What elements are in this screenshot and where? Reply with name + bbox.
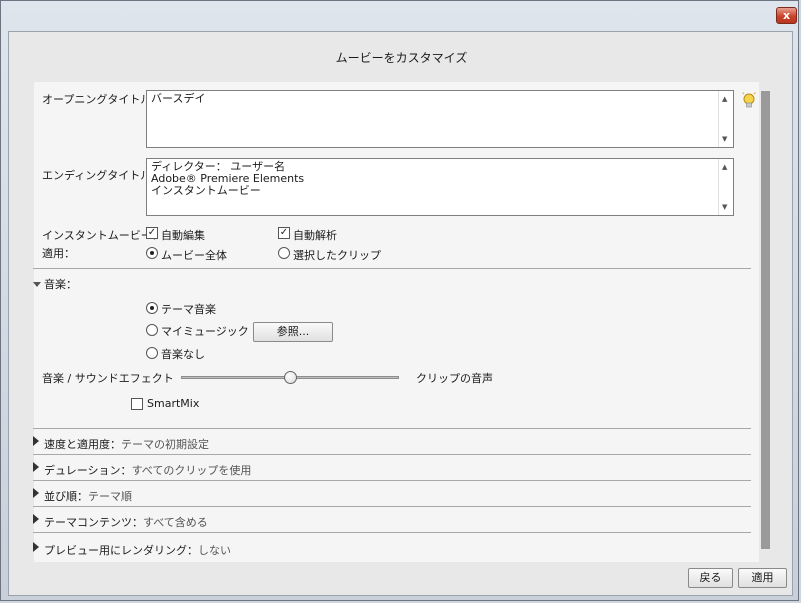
duration-section-label: デュレーション： — [44, 464, 132, 477]
no-music-radio[interactable] — [146, 347, 158, 359]
opening-title-input[interactable]: バースデイ ▲ ▼ — [146, 90, 734, 148]
order-section-value: テーマ順 — [88, 490, 132, 503]
whole-movie-radio[interactable] — [146, 247, 158, 259]
mix-slider-thumb[interactable] — [284, 371, 297, 384]
selected-clips-radio[interactable] — [278, 247, 290, 259]
ending-title-input[interactable]: ディレクター： ユーザー名 Adobe® Premiere Elements イ… — [146, 158, 734, 216]
whole-movie-label: ムービー全体 — [161, 249, 227, 262]
expand-right-icon[interactable] — [33, 436, 39, 446]
ending-title-text: ディレクター： ユーザー名 Adobe® Premiere Elements イ… — [151, 160, 305, 197]
scroll-down-icon[interactable]: ▼ — [722, 203, 727, 211]
ending-title-label: エンディングタイトル： — [42, 169, 163, 182]
apply-button[interactable]: 適用 — [738, 568, 787, 588]
expand-right-icon[interactable] — [33, 462, 39, 472]
speed-section[interactable]: 速度と適用度：テーマの初期設定 — [44, 436, 209, 452]
panel-scrollbar[interactable] — [761, 91, 770, 549]
scroll-down-icon[interactable]: ▼ — [722, 135, 727, 143]
ending-title-scrollbar[interactable]: ▲ ▼ — [718, 159, 733, 215]
divider — [33, 480, 751, 481]
render-preview-section-label: プレビュー用にレンダリング： — [44, 544, 198, 557]
scroll-up-icon[interactable]: ▲ — [722, 95, 727, 103]
order-section[interactable]: 並び順：テーマ順 — [44, 488, 132, 504]
expand-right-icon[interactable] — [33, 514, 39, 524]
opening-title-text: バースデイ — [151, 92, 206, 105]
selected-clips-label: 選択したクリップ — [293, 249, 381, 262]
expand-down-icon[interactable] — [33, 282, 41, 287]
duration-section-value: すべてのクリップを使用 — [131, 464, 252, 477]
mix-left-label: 音楽 / サウンドエフェクト — [42, 372, 174, 385]
lightbulb-icon[interactable] — [742, 92, 756, 110]
music-section-label[interactable]: 音楽： — [44, 276, 77, 292]
theme-content-section-value: すべて含める — [143, 516, 208, 529]
render-preview-section[interactable]: プレビュー用にレンダリング：しない — [44, 542, 231, 558]
theme-content-section[interactable]: テーマコンテンツ：すべて含める — [44, 514, 208, 530]
render-preview-section-value: しない — [198, 544, 231, 557]
theme-music-radio[interactable] — [146, 302, 158, 314]
opening-title-label: オープニングタイトル： — [42, 93, 163, 106]
divider — [33, 268, 751, 269]
order-section-label: 並び順： — [44, 490, 88, 503]
browse-button[interactable]: 参照... — [253, 322, 333, 342]
auto-analyze-checkbox[interactable]: ✓ — [278, 227, 290, 239]
no-music-label: 音楽なし — [161, 348, 205, 361]
auto-edit-checkbox[interactable]: ✓ — [146, 227, 158, 239]
divider — [33, 532, 751, 533]
expand-right-icon[interactable] — [33, 542, 39, 552]
auto-analyze-label: 自動解析 — [293, 229, 337, 242]
mix-right-label: クリップの音声 — [416, 372, 493, 385]
close-button[interactable]: x — [776, 7, 797, 24]
settings-panel — [34, 82, 759, 562]
smartmix-checkbox[interactable] — [131, 398, 143, 410]
my-music-label: マイミュージック — [161, 325, 249, 338]
instant-movie-label: インスタントムービー： — [42, 229, 163, 242]
my-music-radio[interactable] — [146, 324, 158, 336]
duration-section[interactable]: デュレーション：すべてのクリップを使用 — [44, 462, 251, 478]
divider — [33, 454, 751, 455]
speed-section-label: 速度と適用度： — [44, 438, 121, 451]
apply-label: 適用： — [42, 247, 75, 260]
dialog-title: ムービーをカスタマイズ — [335, 51, 468, 65]
back-button[interactable]: 戻る — [688, 568, 733, 588]
smartmix-label: SmartMix — [147, 397, 200, 410]
speed-section-value: テーマの初期設定 — [121, 438, 209, 451]
theme-music-label: テーマ音楽 — [161, 303, 216, 316]
divider — [33, 506, 751, 507]
scroll-up-icon[interactable]: ▲ — [722, 163, 727, 171]
theme-content-section-label: テーマコンテンツ： — [44, 516, 143, 529]
opening-title-scrollbar[interactable]: ▲ ▼ — [718, 91, 733, 147]
auto-edit-label: 自動編集 — [161, 229, 205, 242]
divider — [33, 428, 751, 429]
expand-right-icon[interactable] — [33, 488, 39, 498]
